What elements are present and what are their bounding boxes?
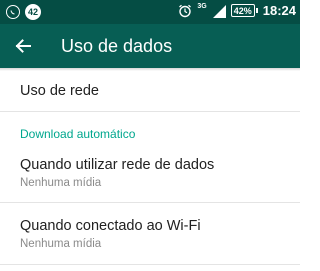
alarm-icon (179, 4, 192, 17)
battery-indicator: 42% (230, 4, 258, 17)
app-bar-shadow (0, 68, 300, 71)
divider (0, 202, 300, 203)
status-bar: 42 3G 42% 18:24 (0, 0, 300, 24)
whatsapp-notification-icon (6, 5, 20, 19)
divider (0, 264, 300, 265)
signal-icon (212, 4, 226, 18)
page-title: Uso de dados (61, 36, 173, 56)
mobile-data-download-value: Nenhuma mídia (20, 177, 102, 189)
wifi-download-value: Nenhuma mídia (20, 238, 102, 250)
battery-level: 42% (233, 5, 252, 16)
divider (0, 111, 300, 112)
network-usage-item[interactable]: Uso de rede (0, 72, 300, 110)
section-header-auto-download: Download automático (20, 127, 136, 141)
wifi-download-label: Quando conectado ao Wi-Fi (20, 218, 201, 234)
mobile-data-download-label: Quando utilizar rede de dados (20, 157, 215, 173)
notification-count-badge: 42 (25, 4, 41, 20)
mobile-data-download-item[interactable]: Quando utilizar rede de dados Nenhuma mí… (0, 146, 300, 201)
app-bar: Uso de dados (0, 24, 300, 68)
back-arrow-icon[interactable] (14, 37, 32, 55)
clock: 18:24 (262, 3, 296, 18)
wifi-download-item[interactable]: Quando conectado ao Wi-Fi Nenhuma mídia (0, 207, 300, 262)
network-usage-label: Uso de rede (20, 83, 99, 99)
network-type-label: 3G (197, 3, 207, 10)
